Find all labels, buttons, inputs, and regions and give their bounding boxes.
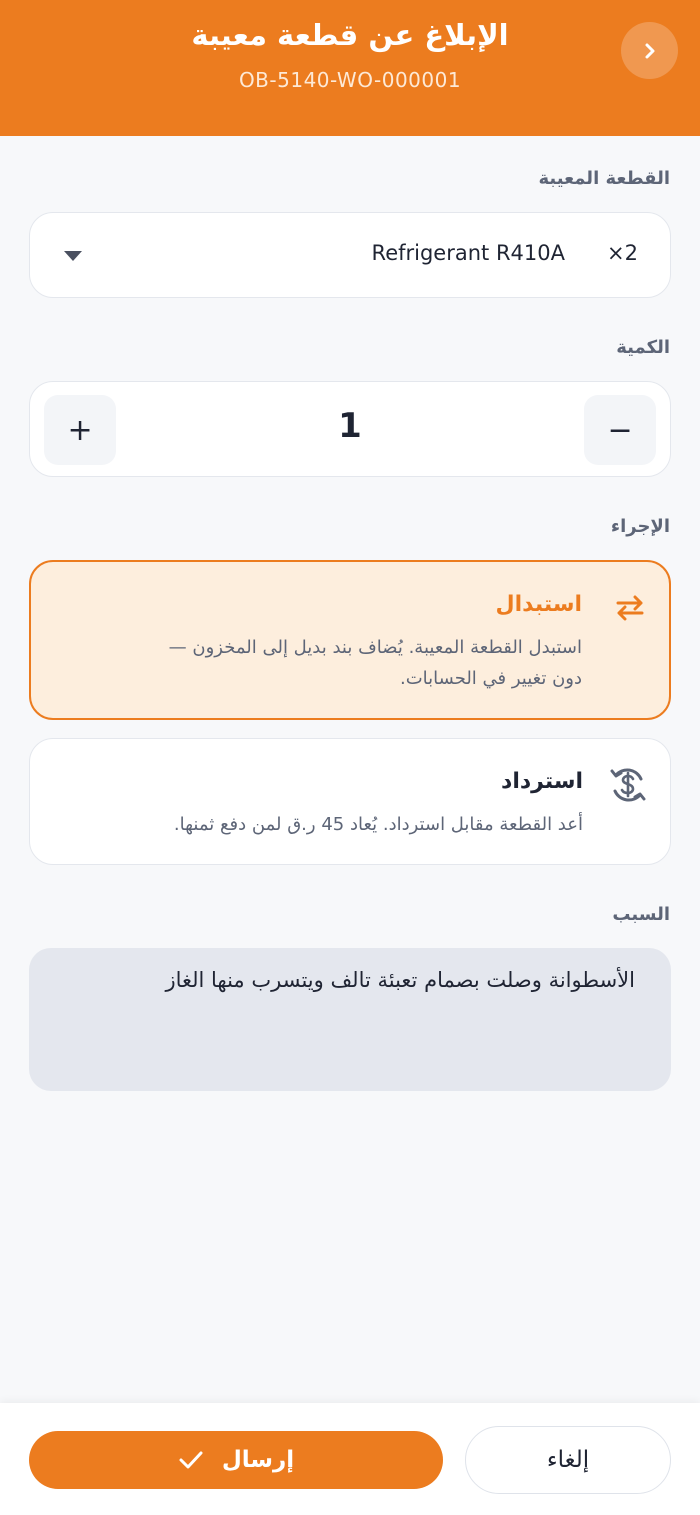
work-order-id: OB-5140-WO-000001 bbox=[238, 68, 462, 92]
reason-textarea[interactable]: الأسطوانة وصلت بصمام تعبئة تالف ويتسرب م… bbox=[29, 948, 671, 1091]
action-option-refund[interactable]: استرداد أعد القطعة مقابل استرداد. يُعاد … bbox=[29, 738, 671, 865]
back-button[interactable] bbox=[621, 22, 678, 79]
submit-label: إرسال bbox=[221, 1447, 295, 1473]
replace-description-line2: دون تغيير في الحسابات. bbox=[400, 668, 582, 689]
refund-dollar-icon bbox=[610, 768, 646, 802]
swap-arrows-icon bbox=[616, 595, 644, 621]
cancel-button[interactable]: إلغاء bbox=[465, 1426, 671, 1494]
chevron-down-icon bbox=[64, 251, 82, 261]
quantity-value: 1 bbox=[338, 406, 362, 446]
replace-description-line1: استبدل القطعة المعيبة. يُضاف بند بديل إل… bbox=[168, 637, 582, 658]
part-select[interactable]: ×2 Refrigerant R410A bbox=[29, 212, 671, 298]
reason-text: الأسطوانة وصلت بصمام تعبئة تالف ويتسرب م… bbox=[165, 968, 635, 992]
chevron-right-icon bbox=[645, 43, 654, 58]
quantity-stepper: − 1 + bbox=[29, 381, 671, 477]
page-title: الإبلاغ عن قطعة معيبة bbox=[191, 18, 509, 52]
replace-title: استبدال bbox=[495, 592, 582, 617]
part-label: القطعة المعيبة bbox=[538, 168, 670, 189]
refund-title: استرداد bbox=[501, 769, 583, 794]
quantity-label: الكمية bbox=[616, 337, 670, 358]
action-label: الإجراء bbox=[610, 516, 670, 537]
increment-button[interactable]: + bbox=[44, 395, 116, 465]
app-header: الإبلاغ عن قطعة معيبة OB-5140-WO-000001 bbox=[0, 0, 700, 136]
refund-description: أعد القطعة مقابل استرداد. يُعاد 45 ر.ق ل… bbox=[173, 814, 583, 835]
reason-label: السبب bbox=[612, 904, 670, 925]
submit-button[interactable]: إرسال bbox=[29, 1431, 443, 1489]
cancel-label: إلغاء bbox=[546, 1447, 590, 1473]
part-name: Refrigerant R410A bbox=[371, 241, 565, 265]
action-option-replace[interactable]: استبدال استبدل القطعة المعيبة. يُضاف بند… bbox=[29, 560, 671, 720]
footer-bar: إرسال إلغاء bbox=[0, 1403, 700, 1515]
part-quantity-badge: ×2 bbox=[607, 241, 638, 265]
check-icon bbox=[179, 1451, 203, 1469]
